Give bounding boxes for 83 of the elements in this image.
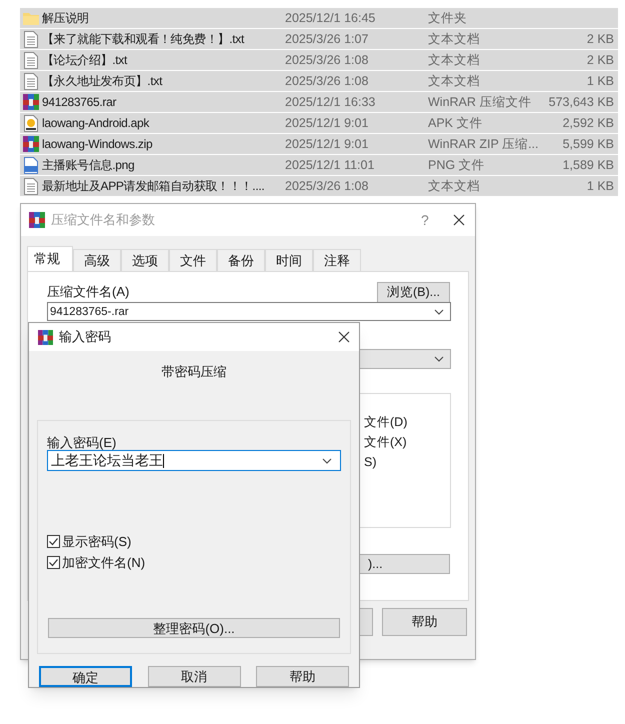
field-label: 压缩文件名(A) xyxy=(47,283,130,300)
option-label: 文件(X) xyxy=(364,434,407,451)
modified-date: 2025/12/1 16:33 xyxy=(285,94,376,111)
chevron-down-icon xyxy=(434,308,444,314)
modified-date: 2025/3/26 1:08 xyxy=(285,72,370,90)
modified-date: 2025/12/1 9:01 xyxy=(285,136,370,153)
dialog-button[interactable]: 取消 xyxy=(148,666,240,687)
file-size: 573,643 KB xyxy=(548,94,615,111)
file-row[interactable]: 【来了就能下载和观看！纯免费！】.txt 2025/3/26 1:07 文本文档 2 KB xyxy=(20,29,618,49)
chevron-down-icon xyxy=(322,458,332,464)
option-label: S) xyxy=(364,454,376,471)
file-name: 【论坛介绍】.txt xyxy=(42,52,128,69)
file-row[interactable]: 941283765.rar 2025/12/1 16:33 WinRAR 压缩文件 573,643 KB xyxy=(20,92,618,112)
file-name: 941283765.rar xyxy=(42,94,118,111)
file-type: 文件夹 xyxy=(428,10,468,27)
checkbox[interactable] xyxy=(47,535,60,548)
modified-date: 2025/3/26 1:07 xyxy=(285,30,370,48)
modified-date: 2025/12/1 9:01 xyxy=(285,114,370,132)
file-type: WinRAR ZIP 压缩... xyxy=(428,136,540,153)
file-size: 1,589 KB xyxy=(562,156,615,174)
document-icon xyxy=(24,52,38,68)
file-row[interactable]: 【论坛介绍】.txt 2025/3/26 1:08 文本文档 2 KB xyxy=(20,50,618,70)
archive-icon xyxy=(23,94,39,110)
modified-date: 2025/12/1 11:01 xyxy=(285,156,376,174)
file-type: 文本文档 xyxy=(428,30,481,48)
modified-date: 2025/3/26 1:08 xyxy=(285,52,370,69)
document-icon xyxy=(24,72,38,90)
file-name: 【来了就能下载和观看！纯免费！】.txt xyxy=(42,31,246,48)
file-size: 1 KB xyxy=(586,178,615,195)
chevron-down-icon xyxy=(434,356,444,362)
tab[interactable]: 常规 xyxy=(27,246,73,271)
folder-icon xyxy=(23,11,39,25)
file-size: 5,599 KB xyxy=(562,136,615,153)
browse-button[interactable]: 浏览(B)... xyxy=(377,282,450,303)
close-icon[interactable] xyxy=(338,331,350,343)
field-label: 输入密码(E) xyxy=(47,434,116,452)
dialog-button[interactable]: 确定 xyxy=(39,666,132,687)
file-row[interactable]: laowang-Android.apk 2025/12/1 9:01 APK 文件 2,592 KB xyxy=(20,113,618,133)
checkbox[interactable] xyxy=(47,556,60,570)
archive-icon xyxy=(29,212,45,228)
file-size: 2 KB xyxy=(586,30,615,48)
archive-name-field[interactable]: 941283765-.rar xyxy=(47,302,451,321)
file-type: 文本文档 xyxy=(428,72,481,90)
help-icon[interactable]: ? xyxy=(421,210,445,230)
file-row[interactable]: 【永久地址发布页】.txt 2025/3/26 1:08 文本文档 1 KB xyxy=(20,71,618,91)
file-size: 1 KB xyxy=(586,72,615,90)
window-title: 压缩文件名和参数 xyxy=(51,211,156,230)
checkbox-option[interactable]: 加密文件名(N) xyxy=(47,553,146,572)
modified-date: 2025/3/26 1:08 xyxy=(285,178,370,195)
checkbox-option[interactable]: 显示密码(S) xyxy=(47,532,132,552)
file-row[interactable]: 最新地址及APP请发邮箱自动获取！！！.... 2025/3/26 1:08 文本文档 1 KB xyxy=(20,176,618,196)
modified-date: 2025/12/1 16:45 xyxy=(285,10,376,27)
password-field[interactable]: 上老王论坛当老王 xyxy=(47,450,341,471)
file-size: 2 KB xyxy=(586,52,615,69)
file-type: 文本文档 xyxy=(428,52,481,69)
action-button[interactable]: )... xyxy=(357,554,450,574)
file-name: 解压说明 xyxy=(42,10,90,27)
dialog-heading: 带密码压缩 xyxy=(162,363,226,382)
document-icon xyxy=(24,178,38,194)
file-type: 文本文档 xyxy=(428,178,481,195)
apk-file-icon xyxy=(24,114,38,132)
file-type: APK 文件 xyxy=(428,114,484,132)
option-label: 文件(D) xyxy=(364,414,408,431)
help-button[interactable]: 帮助 xyxy=(382,608,467,636)
organize-passwords-button[interactable]: 整理密码(O)... xyxy=(48,618,340,638)
file-name: laowang-Windows.zip xyxy=(42,136,154,153)
file-size: 2,592 KB xyxy=(562,114,615,132)
window-title: 输入密码 xyxy=(59,328,112,346)
file-name: 【永久地址发布页】.txt xyxy=(42,73,164,90)
dialog-button[interactable]: 帮助 xyxy=(256,666,349,687)
archive-icon xyxy=(38,330,53,344)
image-file-icon xyxy=(24,156,38,174)
file-row[interactable]: 解压说明 2025/12/1 16:45 文件夹 xyxy=(20,8,618,28)
file-name: 最新地址及APP请发邮箱自动获取！！！.... xyxy=(42,178,266,195)
document-icon xyxy=(24,30,38,48)
file-row[interactable]: 主播账号信息.png 2025/12/1 11:01 PNG 文件 1,589 KB xyxy=(20,155,618,175)
file-type: WinRAR 压缩文件 xyxy=(428,94,532,111)
file-name: laowang-Android.apk xyxy=(42,115,150,132)
close-icon[interactable] xyxy=(453,214,465,226)
file-name: 主播账号信息.png xyxy=(42,157,136,174)
file-type: PNG 文件 xyxy=(428,156,486,174)
file-row[interactable]: laowang-Windows.zip 2025/12/1 9:01 WinRAR ZIP 压缩... 5,599 KB xyxy=(20,134,618,154)
archive-icon xyxy=(23,136,39,152)
